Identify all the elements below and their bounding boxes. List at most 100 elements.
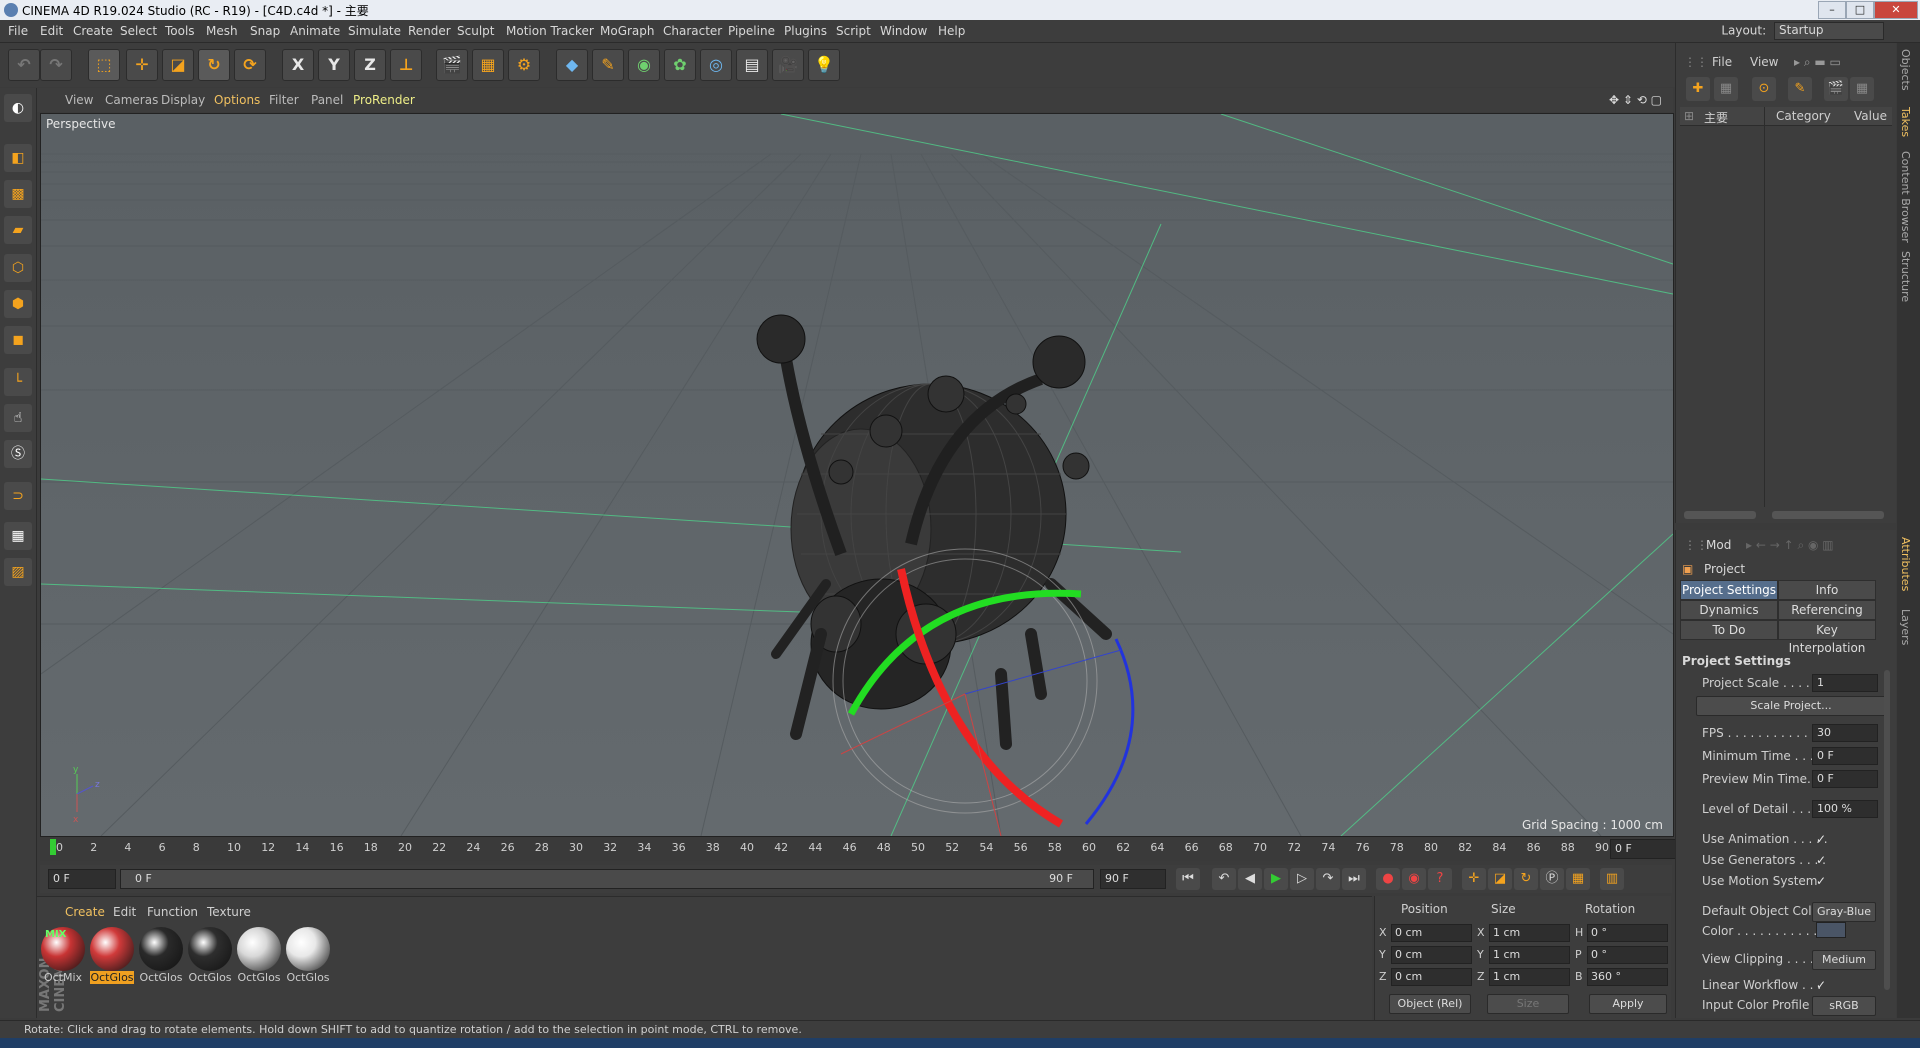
- scale-project-button[interactable]: Scale Project...: [1696, 696, 1886, 716]
- preview-min-time-field[interactable]: 0 F: [1812, 770, 1878, 788]
- menu-edit[interactable]: Edit: [40, 24, 63, 38]
- use-generators-checkbox[interactable]: ✓: [1816, 853, 1826, 867]
- size-x-field[interactable]: 1 cm: [1489, 924, 1570, 942]
- material-label[interactable]: OctMix: [41, 971, 85, 984]
- pen-spline-icon[interactable]: ✎: [592, 49, 624, 81]
- expand-icon[interactable]: ⊞: [1684, 109, 1694, 123]
- menu-motion-tracker[interactable]: Motion Tracker: [506, 24, 594, 38]
- timeline-end-frame-field[interactable]: 0 F: [1610, 839, 1678, 859]
- render-picture-viewer-icon[interactable]: ▦: [472, 49, 504, 81]
- coordinate-mode-dropdown[interactable]: Object (Rel): [1389, 994, 1471, 1014]
- close-button[interactable]: ✕: [1874, 1, 1918, 19]
- minimize-button[interactable]: –: [1818, 1, 1846, 19]
- tab-referencing[interactable]: Referencing: [1778, 600, 1876, 620]
- edges-mode-icon[interactable]: ⬢: [4, 290, 32, 318]
- position-key-icon[interactable]: ✛: [1462, 868, 1486, 890]
- menu-file[interactable]: File: [8, 24, 28, 38]
- view-clipping-dropdown[interactable]: Medium: [1812, 950, 1876, 970]
- max-frame-field[interactable]: 90 F: [1100, 869, 1166, 889]
- tab-dynamics[interactable]: Dynamics: [1680, 600, 1778, 620]
- menu-tools[interactable]: Tools: [165, 24, 195, 38]
- maximize-button[interactable]: □: [1846, 1, 1874, 19]
- subdivision-icon[interactable]: ◉: [628, 49, 660, 81]
- position-x-field[interactable]: 0 cm: [1391, 924, 1472, 942]
- deformer-icon[interactable]: ◎: [700, 49, 732, 81]
- material-swatch[interactable]: [237, 927, 281, 971]
- side-tab-layers[interactable]: Layers: [1899, 609, 1912, 645]
- side-tab-structure[interactable]: Structure: [1899, 251, 1912, 302]
- auto-take-icon[interactable]: ⊙: [1752, 77, 1776, 101]
- rotation-h-field[interactable]: 0 °: [1587, 924, 1668, 942]
- minimum-time-field[interactable]: 0 F: [1812, 747, 1878, 765]
- menu-snap[interactable]: Snap: [250, 24, 280, 38]
- position-y-field[interactable]: 0 cm: [1391, 946, 1472, 964]
- make-editable-icon[interactable]: ◐: [4, 94, 32, 122]
- take-override-icon[interactable]: ▦: [1714, 77, 1738, 101]
- menu-mograph[interactable]: MoGraph: [600, 24, 655, 38]
- viewport-menu-view[interactable]: View: [65, 93, 93, 107]
- project-scale-field[interactable]: 1: [1812, 674, 1878, 692]
- tab-key-interpolation[interactable]: Key Interpolation: [1778, 620, 1876, 655]
- menu-plugins[interactable]: Plugins: [784, 24, 827, 38]
- redo-icon[interactable]: ↷: [40, 49, 72, 81]
- go-to-end-icon[interactable]: ⏭: [1342, 868, 1366, 890]
- polygons-mode-icon[interactable]: ◼: [4, 326, 32, 354]
- level-of-detail-field[interactable]: 100 %: [1812, 800, 1878, 818]
- material-menu-create[interactable]: Create: [65, 905, 105, 919]
- tab-info[interactable]: Info: [1778, 580, 1876, 600]
- planar-workplane-icon[interactable]: ▨: [4, 558, 32, 586]
- take-lock-icon[interactable]: ✎: [1788, 77, 1812, 101]
- new-take-icon[interactable]: ✚: [1686, 77, 1710, 101]
- point-level-animation-icon[interactable]: ▦: [1566, 868, 1590, 890]
- tweak-mode-icon[interactable]: ☝: [4, 404, 32, 432]
- rotate-tool-icon[interactable]: ↻: [198, 49, 230, 81]
- current-frame-field[interactable]: 0 F: [48, 869, 116, 889]
- go-to-start-icon[interactable]: ⏮: [1176, 868, 1200, 890]
- menu-character[interactable]: Character: [663, 24, 722, 38]
- timeline-ruler[interactable]: 0 2 4 6 8 10 12 14 16 18 20 22 24 26 28 30 32 34 36 38 40 42 4…: [40, 837, 1672, 861]
- viewport-navigate-icons[interactable]: ✥ ⇕ ⟲ ▢: [1609, 93, 1662, 107]
- menu-help[interactable]: Help: [938, 24, 965, 38]
- floor-scene-icon[interactable]: ▤: [736, 49, 768, 81]
- side-tab-content-browser[interactable]: Content Browser: [1899, 151, 1912, 243]
- workplane-mode-icon[interactable]: ▰: [4, 216, 32, 244]
- model-mode-icon[interactable]: ◧: [4, 144, 32, 172]
- viewport-menu-filter[interactable]: Filter: [269, 93, 299, 107]
- layout-dropdown[interactable]: Startup: [1774, 22, 1884, 40]
- menu-window[interactable]: Window: [880, 24, 927, 38]
- size-mode-dropdown[interactable]: Size: [1487, 994, 1569, 1014]
- input-color-profile-dropdown[interactable]: sRGB: [1812, 996, 1876, 1016]
- x-axis-lock-button[interactable]: X: [282, 49, 314, 81]
- light-icon[interactable]: 💡: [808, 49, 840, 81]
- take-render-icon[interactable]: 🎬: [1824, 77, 1848, 101]
- viewport-menu-display[interactable]: Display: [161, 93, 205, 107]
- scale-key-icon[interactable]: ◪: [1488, 868, 1512, 890]
- size-z-field[interactable]: 1 cm: [1489, 968, 1570, 986]
- material-menu-edit[interactable]: Edit: [113, 905, 136, 919]
- previous-frame-icon[interactable]: ◀: [1238, 868, 1262, 890]
- menu-pipeline[interactable]: Pipeline: [728, 24, 775, 38]
- menu-simulate[interactable]: Simulate: [348, 24, 401, 38]
- rotation-b-field[interactable]: 360 °: [1587, 968, 1668, 986]
- coordinate-system-icon[interactable]: ⊥: [390, 49, 422, 81]
- material-label[interactable]: OctGlos: [188, 971, 232, 984]
- object-menu-file[interactable]: File: [1712, 55, 1732, 69]
- material-label[interactable]: OctGlos: [139, 971, 183, 984]
- tab-project-settings[interactable]: Project Settings: [1680, 580, 1778, 600]
- default-object-color-dropdown[interactable]: Gray-Blue: [1812, 902, 1876, 922]
- render-view-icon[interactable]: 🎬: [436, 49, 468, 81]
- record-active-objects-icon[interactable]: ●: [1376, 868, 1400, 890]
- viewport-menu-panel[interactable]: Panel: [311, 93, 343, 107]
- undo-icon[interactable]: ↶: [8, 49, 40, 81]
- timeline-window-icon[interactable]: ▥: [1600, 868, 1624, 890]
- solo-mode-icon[interactable]: Ⓢ: [4, 440, 32, 468]
- take-filter-icon[interactable]: ▦: [1850, 77, 1874, 101]
- recent-tool-icon[interactable]: ⟳: [234, 49, 266, 81]
- workplane-lock-icon[interactable]: ▦: [4, 522, 32, 550]
- attribute-scrollbar[interactable]: [1884, 670, 1890, 990]
- material-menu-function[interactable]: Function: [147, 905, 198, 919]
- axis-mode-icon[interactable]: └: [4, 368, 32, 396]
- viewport-menu-options[interactable]: Options: [214, 93, 260, 107]
- side-tab-takes[interactable]: Takes: [1899, 107, 1912, 137]
- viewport-menu-prorender[interactable]: ProRender: [353, 93, 415, 107]
